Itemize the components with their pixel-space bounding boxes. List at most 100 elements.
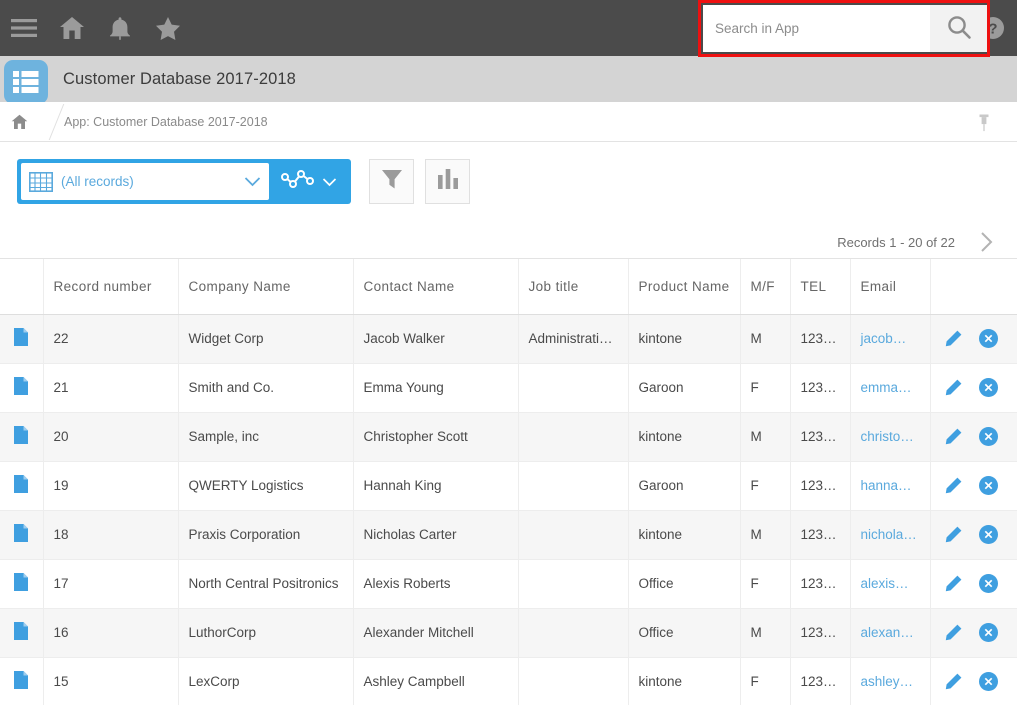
cell-email[interactable]: emma… [850, 363, 931, 413]
pencil-icon[interactable] [945, 379, 962, 396]
view-selector[interactable]: (All records) [21, 163, 269, 200]
table-body: 22 Widget Corp Jacob Walker Administrati… ki… [0, 314, 1017, 705]
record-open-icon-cell[interactable] [0, 363, 44, 413]
document-icon[interactable] [14, 377, 29, 398]
document-icon[interactable] [14, 524, 29, 545]
document-icon[interactable] [14, 426, 29, 447]
table-row[interactable]: 20 Sample, inc Christopher Scott kintone M 12… [0, 412, 1017, 462]
table-row[interactable]: 17 North Central Positronics Alexis Robert… [0, 559, 1017, 609]
pencil-icon[interactable] [945, 330, 962, 347]
table-row[interactable]: 15 LexCorp Ashley Campbell kintone F 123… ashl… [0, 657, 1017, 705]
cell-tel: 123… [790, 461, 851, 511]
pencil-icon[interactable] [945, 428, 962, 445]
cell-record-number: 18 [43, 510, 179, 560]
document-icon[interactable] [14, 622, 29, 643]
cell-email[interactable]: christo… [850, 412, 931, 462]
home-icon[interactable] [48, 0, 96, 56]
pin-icon[interactable] [971, 110, 997, 136]
table-header-cell[interactable]: Contact Name [353, 259, 519, 315]
cell-email[interactable]: nichola… [850, 510, 931, 560]
circle-x-icon[interactable] [978, 574, 998, 593]
record-open-icon-cell[interactable] [0, 314, 44, 364]
table-header-cell[interactable]: Record number [43, 259, 179, 315]
svg-text:?: ? [988, 21, 997, 38]
document-icon[interactable] [14, 475, 29, 496]
cell-job-title [518, 657, 629, 705]
circle-x-icon[interactable] [978, 672, 998, 691]
pagination: Records 1 - 20 of 22 [837, 228, 1001, 256]
email-link[interactable]: christo… [861, 429, 914, 444]
bell-icon[interactable] [96, 0, 144, 56]
filter-button[interactable] [369, 159, 414, 204]
cell-contact-name: Alexander Mitchell [353, 608, 519, 658]
table-header-cell[interactable]: TEL [790, 259, 851, 315]
record-open-icon-cell[interactable] [0, 608, 44, 658]
cell-job-title [518, 510, 629, 560]
cell-actions [930, 314, 1017, 364]
search-button[interactable] [930, 5, 988, 52]
record-open-icon-cell[interactable] [0, 461, 44, 511]
email-link[interactable]: jacob… [861, 331, 907, 346]
circle-x-icon[interactable] [978, 378, 998, 397]
cell-email[interactable]: ashley… [850, 657, 931, 705]
cell-company-name: Widget Corp [178, 314, 354, 364]
email-link[interactable]: hanna… [861, 478, 912, 493]
cell-actions [930, 412, 1017, 462]
record-open-icon-cell[interactable] [0, 657, 44, 705]
email-link[interactable]: nichola… [861, 527, 917, 542]
email-link[interactable]: alexan… [861, 625, 914, 640]
record-open-icon-cell[interactable] [0, 559, 44, 609]
record-count-label: Records 1 - 20 of 22 [837, 234, 955, 250]
pencil-icon[interactable] [945, 526, 962, 543]
pencil-icon[interactable] [945, 477, 962, 494]
hamburger-menu-icon[interactable] [0, 0, 48, 56]
document-icon[interactable] [14, 573, 29, 594]
pencil-icon[interactable] [945, 673, 962, 690]
email-link[interactable]: alexis… [861, 576, 909, 591]
cell-company-name: Smith and Co. [178, 363, 354, 413]
chart-view-toggle[interactable] [269, 163, 347, 200]
pencil-icon[interactable] [945, 624, 962, 641]
email-link[interactable]: emma… [861, 380, 912, 395]
cell-record-number: 16 [43, 608, 179, 658]
circle-x-icon[interactable] [978, 623, 998, 642]
email-link[interactable]: ashley… [861, 674, 914, 689]
circle-x-icon[interactable] [978, 427, 998, 446]
breadcrumb-home-icon[interactable] [0, 114, 38, 130]
search-input[interactable] [703, 5, 930, 52]
pencil-icon[interactable] [945, 575, 962, 592]
document-icon[interactable] [14, 328, 29, 349]
circle-x-icon[interactable] [978, 329, 998, 348]
app-list-icon[interactable] [4, 60, 48, 104]
cell-product-name: Garoon [628, 461, 741, 511]
table-header-cell[interactable]: M/F [740, 259, 791, 315]
circle-x-icon[interactable] [978, 476, 998, 495]
record-open-icon-cell[interactable] [0, 412, 44, 462]
table-row[interactable]: 18 Praxis Corporation Nicholas Carter kinto… [0, 510, 1017, 560]
magnifier-icon [946, 14, 972, 43]
cell-email[interactable]: jacob… [850, 314, 931, 364]
table-header-cell[interactable]: Email [850, 259, 931, 315]
cell-email[interactable]: alexis… [850, 559, 931, 609]
cell-email[interactable]: alexan… [850, 608, 931, 658]
table-header-cell[interactable]: Product Name [628, 259, 741, 315]
record-open-icon-cell[interactable] [0, 510, 44, 560]
star-icon[interactable] [144, 0, 192, 56]
next-page-button[interactable] [973, 228, 1001, 256]
table-row[interactable]: 22 Widget Corp Jacob Walker Administrati… ki… [0, 314, 1017, 364]
table-header-cell[interactable]: Job title [518, 259, 629, 315]
document-icon[interactable] [14, 671, 29, 692]
chevron-right-icon [981, 232, 993, 252]
table-row[interactable]: 16 LuthorCorp Alexander Mitchell Office M 123… [0, 608, 1017, 658]
search-box[interactable] [703, 5, 988, 52]
table-row[interactable]: 21 Smith and Co. Emma Young Garoon F 123… emma… [0, 363, 1017, 413]
records-table-container[interactable]: Record number Company Name Contact Name … [0, 258, 1017, 705]
table-header-cell[interactable]: Company Name [178, 259, 354, 315]
circle-x-icon[interactable] [978, 525, 998, 544]
cell-contact-name: Ashley Campbell [353, 657, 519, 705]
table-row[interactable]: 19 QWERTY Logistics Hannah King Garoon F 123…… [0, 461, 1017, 511]
cell-email[interactable]: hanna… [850, 461, 931, 511]
cell-record-number: 21 [43, 363, 179, 413]
chart-button[interactable] [425, 159, 470, 204]
cell-tel: 123… [790, 657, 851, 705]
